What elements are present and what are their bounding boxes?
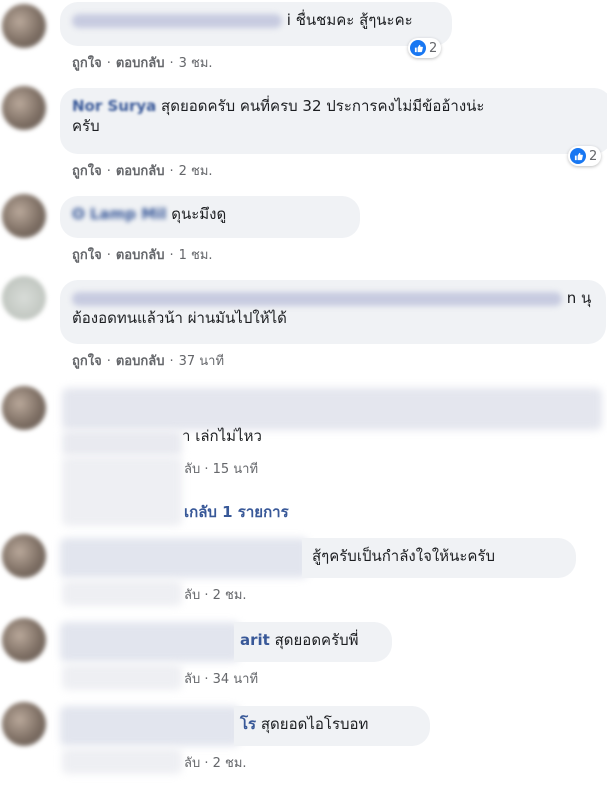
avatar[interactable] [2,194,46,238]
comment-text-line2: ต้องอดทนแล้วน้า ผ่านมันไปให้ได้ [72,309,287,327]
redacted-area [62,664,182,690]
redacted-area [60,538,308,578]
avatar[interactable] [2,4,46,48]
like-link[interactable]: ถูกใจ [72,354,102,369]
reaction-badge[interactable]: 2 [408,38,442,58]
timestamp[interactable]: ลับ · 2 ชม. [184,588,247,603]
comment-author[interactable]: โร [240,715,256,733]
like-icon [570,148,586,164]
comment-bubble: arit สุดยอดครับพี่ [234,622,392,662]
like-link[interactable]: ถูกใจ [72,248,102,263]
comment-author[interactable]: O Lamp Mil [72,205,166,223]
avatar[interactable] [2,618,46,662]
comment-actions: ลับ · 34 นาที [184,668,258,689]
comment-actions: ลับ · 15 นาที [184,458,258,479]
comment-bubble: Nor Surya สุดยอดครับ คนที่ครบ 32 ประการค… [60,88,607,154]
avatar[interactable] [2,702,46,746]
avatar[interactable] [2,386,46,430]
comment-text: า เล่กไม่ไหว [182,427,262,445]
comment-text: i ชื่นชมคะ สู้ๆนะคะ [286,11,413,29]
comment-actions: ถูกใจ · ตอบกลับ · 1 ชม. [72,248,213,263]
reply-link[interactable]: ตอบกลับ [116,56,165,71]
comment-text: สุดยอดครับพี่ [274,631,359,649]
like-link[interactable]: ถูกใจ [72,164,102,179]
comment-bubble: i ชื่นชมคะ สู้ๆนะคะ [60,2,452,46]
comment-bubble: า เล่กไม่ไหว [170,420,300,454]
redacted-area [62,456,182,526]
comment-text: สู้ๆครับเป็นกำลังใจให้นะครับ [312,547,495,565]
reply-link[interactable]: ตอบกลับ [116,248,165,263]
timestamp[interactable]: 2 ชม. [179,164,213,179]
comment-author[interactable] [72,13,282,28]
comment-author[interactable]: Nor Surya [72,97,156,115]
comment-actions: ลับ · 2 ชม. [184,752,247,773]
timestamp[interactable]: ลับ · 34 นาที [184,672,258,687]
reaction-count: 2 [429,40,438,56]
comment-author[interactable] [72,291,562,306]
redacted-area [60,622,240,662]
comment-bubble: สู้ๆครับเป็นกำลังใจให้นะครับ [302,538,576,578]
comment-actions: ถูกใจ · ตอบกลับ · 37 นาที [72,354,225,369]
comment-actions: ถูกใจ · ตอบกลับ · 3 ชม. [72,56,213,71]
timestamp[interactable]: 3 ชม. [179,56,213,71]
comment-author[interactable]: arit [240,631,270,649]
redacted-area [62,430,182,456]
redacted-area [62,388,602,430]
timestamp[interactable]: ลับ · 2 ชม. [184,756,247,771]
comment-text: ดุนะมึงดู [171,205,227,223]
reply-link[interactable]: ตอบกลับ [116,164,165,179]
timestamp[interactable]: 37 นาที [179,354,224,369]
reaction-count: 2 [589,148,598,164]
comment-bubble: n นุ ต้องอดทนแล้วน้า ผ่านมันไปให้ได้ [60,280,606,344]
comment-text-line1: สุดยอดครับ คนที่ครบ 32 ประการคงไม่มีข้ออ… [161,97,485,115]
comment-bubble: โร สุดยอดไอโรบอท [234,706,430,746]
avatar[interactable] [2,276,46,320]
comment-text-tail: n นุ [566,289,592,307]
redacted-area [62,580,182,606]
comment-actions: ถูกใจ · ตอบกลับ · 2 ชม. [72,164,213,179]
redacted-area [62,748,182,774]
reply-link[interactable]: ตอบกลับ [116,354,165,369]
avatar[interactable] [2,86,46,130]
view-replies-link[interactable]: เกลับ 1 รายการ [184,500,289,524]
like-link[interactable]: ถูกใจ [72,56,102,71]
comment-text: สุดยอดไอโรบอท [260,715,369,733]
avatar[interactable] [2,534,46,578]
like-icon [410,40,426,56]
timestamp[interactable]: 1 ชม. [179,248,213,263]
reaction-badge[interactable]: 2 [568,146,602,166]
comment-bubble: O Lamp Mil ดุนะมึงดู [60,196,360,238]
redacted-area [60,706,240,746]
comment-text-line2: ครับ [72,117,100,135]
comment-actions: ลับ · 2 ชม. [184,584,247,605]
timestamp[interactable]: ลับ · 15 นาที [184,462,258,477]
